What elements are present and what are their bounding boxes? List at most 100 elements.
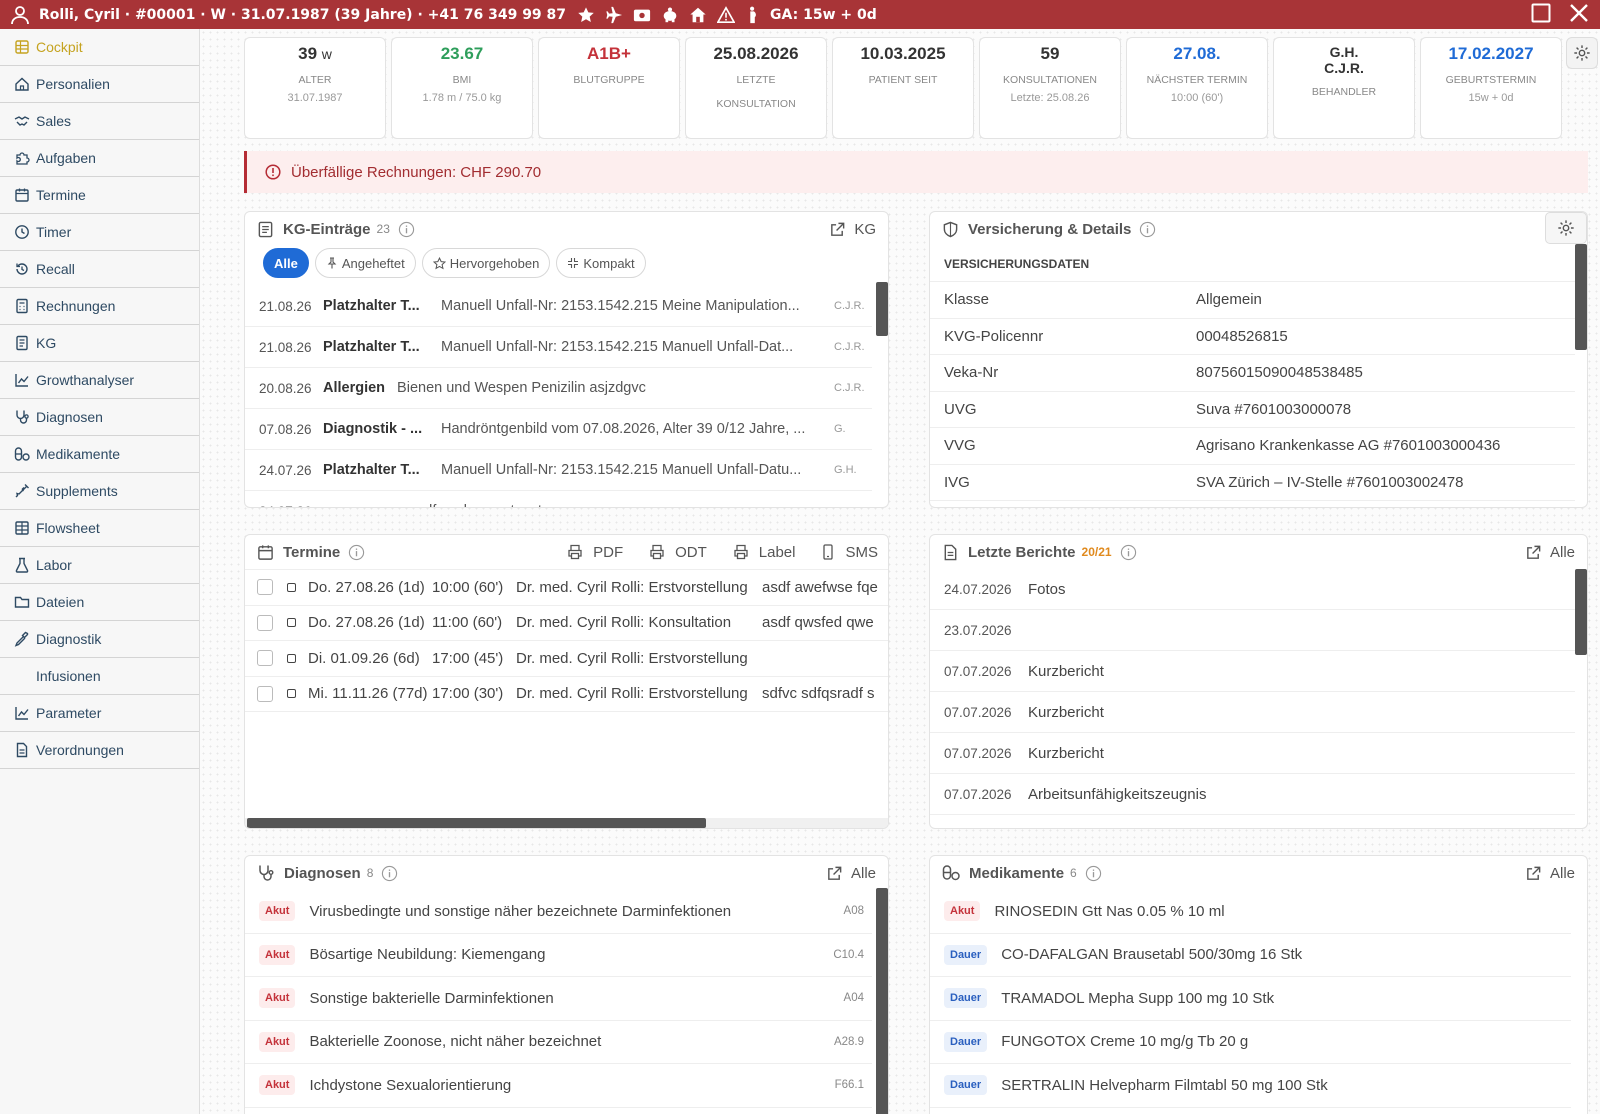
sidebar-item-parameter[interactable]: Parameter bbox=[0, 695, 199, 732]
house-icon[interactable] bbox=[689, 6, 707, 24]
kg-open-link[interactable]: KG bbox=[829, 212, 876, 246]
kg-scrollbar[interactable] bbox=[876, 282, 888, 336]
pregnant-icon[interactable] bbox=[745, 6, 761, 24]
diagnosis-row[interactable]: Akut Bösartige Neubildung: Kiemengang C10.… bbox=[245, 934, 872, 977]
appointments-panel-header: Termine PDF ODT Label SMS bbox=[245, 535, 888, 569]
sidebar-item-flowsheet[interactable]: Flowsheet bbox=[0, 510, 199, 547]
appointment-row[interactable]: Do. 27.08.26 (1d) 10:00 (60') Dr. med. Cyr… bbox=[245, 570, 888, 606]
info-icon[interactable] bbox=[398, 221, 415, 238]
sidebar-item-labor[interactable]: Labor bbox=[0, 547, 199, 584]
sidebar-item-diagnostik[interactable]: Diagnostik bbox=[0, 621, 199, 658]
report-row[interactable]: 23.07.2026 bbox=[930, 610, 1575, 651]
overdue-invoices-alert[interactable]: Überfällige Rechnungen: CHF 290.70 bbox=[244, 151, 1588, 193]
medications-all-link[interactable]: Alle bbox=[1525, 856, 1575, 890]
summary-card[interactable]: 39 w ALTER 31.07.1987 bbox=[244, 37, 386, 139]
summary-card[interactable]: 59 KONSULTATIONEN Letzte: 25.08.26 bbox=[979, 37, 1121, 139]
medication-row[interactable]: Dauer SERTRALIN Helvepharm Filmtabl 50 mg… bbox=[930, 1064, 1571, 1108]
reports-scrollbar[interactable] bbox=[1575, 569, 1587, 655]
sidebar-item-cockpit[interactable]: Cockpit bbox=[0, 29, 199, 66]
summary-card[interactable]: 27.08. NÄCHSTER TERMIN 10:00 (60') bbox=[1126, 37, 1268, 139]
settings-button[interactable] bbox=[1566, 37, 1598, 69]
appointments-pdf-button[interactable]: PDF bbox=[567, 544, 623, 561]
card-value-text: G.H. bbox=[1329, 44, 1359, 60]
sidebar-item-timer[interactable]: Timer bbox=[0, 214, 199, 251]
diagnoses-scrollbar[interactable] bbox=[876, 888, 888, 1114]
info-icon[interactable] bbox=[1139, 221, 1156, 238]
diagnoses-all-link[interactable]: Alle bbox=[826, 856, 876, 890]
sidebar-item-aufgaben[interactable]: Aufgaben bbox=[0, 140, 199, 177]
sidebar-item-growthanalyser[interactable]: Growthanalyser bbox=[0, 362, 199, 399]
close-icon[interactable] bbox=[1568, 2, 1590, 24]
sidebar-item-supplements[interactable]: Supplements bbox=[0, 473, 199, 510]
reports-all-link[interactable]: Alle bbox=[1525, 535, 1575, 569]
kg-entry-row[interactable]: 21.08.26 Platzhalter T... Manuell Unfall-N… bbox=[245, 327, 872, 368]
filter-highlighted-chip[interactable]: Hervorgehoben bbox=[421, 248, 551, 278]
appointments-sms-button[interactable]: SMS bbox=[821, 544, 878, 561]
diagnosis-row[interactable]: Akut Sonstige bakterielle Darminfektionen… bbox=[245, 977, 872, 1021]
appointments-odt-button[interactable]: ODT bbox=[649, 544, 707, 561]
id-card-icon[interactable] bbox=[633, 7, 651, 23]
summary-card[interactable]: 25.08.2026 LETZTE KONSULTATION bbox=[685, 37, 827, 139]
kg-entry-row[interactable]: 07.08.26 Diagnostik - ... Handröntgenbild … bbox=[245, 409, 872, 450]
report-row[interactable]: 07.07.2026Arbeitsunfähigkeitszeugnis bbox=[930, 774, 1575, 815]
info-icon[interactable] bbox=[348, 544, 365, 561]
appointment-row[interactable]: Do. 27.08.26 (1d) 11:00 (60') Dr. med. Cyr… bbox=[245, 606, 888, 641]
diagnosis-row[interactable]: Akut Ichdystone Sexualorientierung F66.1 bbox=[245, 1064, 872, 1108]
kg-entry-row[interactable]: 21.08.26 Platzhalter T... Manuell Unfall-N… bbox=[245, 286, 872, 327]
summary-card[interactable]: G.H. C.J.R. BEHANDLER bbox=[1273, 37, 1415, 139]
medication-row[interactable]: Dauer FUNGOTOX Creme 10 mg/g Tb 20 g bbox=[930, 1021, 1571, 1064]
sidebar-item-termine[interactable]: Termine bbox=[0, 177, 199, 214]
sidebar-item-diagnosen[interactable]: Diagnosen bbox=[0, 399, 199, 436]
summary-card[interactable]: A1B+ BLUTGRUPPE bbox=[538, 37, 680, 139]
report-row[interactable]: 07.07.2026 Kurzbericht bbox=[930, 692, 1575, 733]
insurance-settings-button[interactable] bbox=[1545, 212, 1587, 244]
summary-card[interactable]: 17.02.2027 GEBURTSTERMIN 15w + 0d bbox=[1420, 37, 1562, 139]
insurance-scrollbar[interactable] bbox=[1575, 244, 1587, 350]
sidebar-item-medikamente[interactable]: Medikamente bbox=[0, 436, 199, 473]
maximize-icon[interactable] bbox=[1530, 2, 1552, 24]
sidebar-item-kg[interactable]: KG bbox=[0, 325, 199, 362]
sidebar-item-sales[interactable]: Sales bbox=[0, 103, 199, 140]
summary-card[interactable]: 23.67 BMI 1.78 m / 75.0 kg bbox=[391, 37, 533, 139]
medication-row[interactable]: Akut RINOSEDIN Gtt Nas 0.05 % 10 ml bbox=[930, 890, 1571, 934]
medication-row[interactable]: Dauer CO-DAFALGAN Brausetabl 500/30mg 16 … bbox=[930, 934, 1571, 977]
summary-card[interactable]: 10.03.2025 PATIENT SEIT bbox=[832, 37, 974, 139]
kg-entry-row[interactable]: 20.08.26 Allergien Bienen und Wespen Peniz… bbox=[245, 368, 872, 409]
diagnosis-row[interactable]: Akut Bakterielle Zoonose, nicht näher bez… bbox=[245, 1021, 872, 1064]
sidebar-item-dateien[interactable]: Dateien bbox=[0, 584, 199, 621]
star-icon[interactable] bbox=[577, 6, 595, 24]
airplane-icon[interactable] bbox=[605, 6, 623, 24]
report-row[interactable]: 07.07.2026 Kurzbericht bbox=[930, 651, 1575, 692]
filter-pinned-chip[interactable]: Angeheftet bbox=[314, 248, 416, 278]
appointment-checkbox[interactable] bbox=[257, 685, 273, 702]
sidebar-item-personalien[interactable]: Personalien bbox=[0, 66, 199, 103]
sidebar-item-verordnungen[interactable]: Verordnungen bbox=[0, 732, 199, 769]
appointment-time: 17:00 (30') bbox=[432, 685, 504, 703]
appointments-hscrollbar[interactable] bbox=[247, 818, 706, 828]
filter-all-chip[interactable]: Alle bbox=[263, 248, 309, 278]
report-row[interactable]: 24.07.2026 Fotos bbox=[930, 569, 1575, 610]
sidebar-item-recall[interactable]: Recall bbox=[0, 251, 199, 288]
kg-entry-row[interactable]: 24.07.26 Platzhalter T... Manuell Unfall-N… bbox=[245, 450, 872, 491]
appointment-row[interactable]: Di. 01.09.26 (6d) 17:00 (45') Dr. med. Cyr… bbox=[245, 641, 888, 677]
info-icon[interactable] bbox=[381, 865, 398, 882]
kg-entry-user: C.J.R. bbox=[834, 341, 865, 353]
kg-entry-row[interactable]: 24.07.26 sdfvsadarawrstawrt bbox=[245, 491, 872, 507]
appointment-checkbox[interactable] bbox=[257, 650, 273, 667]
appointment-checkbox[interactable] bbox=[257, 614, 273, 631]
sidebar-item-infusionen[interactable]: Infusionen bbox=[0, 658, 199, 695]
report-row[interactable]: 07.07.2026 Kurzbericht bbox=[930, 733, 1575, 774]
filter-compact-chip[interactable]: Kompakt bbox=[556, 248, 646, 278]
report-row[interactable]: 07.07.2026Arbeitsunfähigkeitszeugnis bbox=[930, 815, 1575, 829]
warning-icon[interactable] bbox=[717, 5, 736, 24]
sidebar-item-rechnungen[interactable]: Rechnungen bbox=[0, 288, 199, 325]
info-icon[interactable] bbox=[1085, 865, 1102, 882]
appointment-checkbox[interactable] bbox=[257, 579, 273, 596]
status-badge: Akut bbox=[944, 901, 981, 922]
medication-row[interactable]: Dauer TRAMADOL Mepha Supp 100 mg 10 Stk bbox=[930, 977, 1571, 1021]
appointment-row[interactable]: Mi. 11.11.26 (77d) 17:00 (30') Dr. med. Cy… bbox=[245, 677, 888, 712]
diagnosis-row[interactable]: Akut Virusbedingte und sonstige näher bez… bbox=[245, 890, 872, 934]
info-icon[interactable] bbox=[1120, 544, 1137, 561]
appointments-label-button[interactable]: Label bbox=[733, 544, 795, 561]
piggy-bank-icon[interactable] bbox=[661, 6, 679, 24]
